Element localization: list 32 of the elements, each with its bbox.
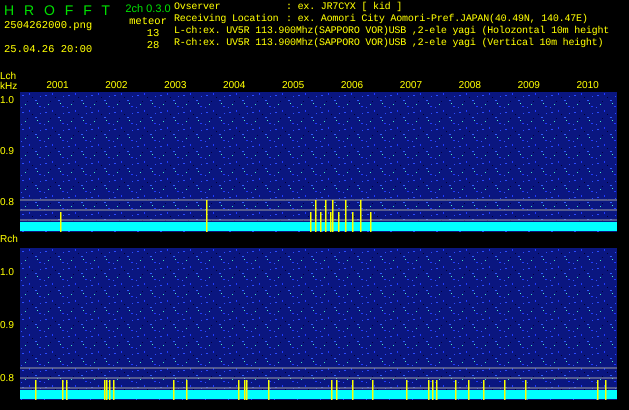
timestamp: 25.04.26 20:00 [4, 44, 94, 56]
time-label: 2010 [575, 80, 600, 90]
time-label: 2002 [104, 80, 128, 90]
frequency-tick: 1.0 [0, 268, 15, 278]
frequency-tick: 0.8 [0, 374, 15, 384]
info-label: Ovserver [174, 2, 222, 14]
time-label: 2001 [45, 80, 70, 90]
receiver-info: L-ch:ex. UV5R 113.900Mhz(SAPPORO VOR)USB ,2-ele yagi (Holozontal 10m height [174, 26, 610, 38]
meteor-count: 13 [146, 28, 160, 40]
time-label: 2003 [163, 80, 188, 90]
frequency-tick: 0.9 [0, 321, 15, 331]
frequency-tick: 0.9 [0, 147, 15, 157]
frequency-tick: 1.0 [0, 96, 15, 106]
time-label: 2009 [516, 80, 541, 90]
time-label: 2007 [398, 80, 424, 90]
app-logo: H R O F F T [4, 2, 114, 18]
channel-label: Lch [0, 72, 16, 82]
frequency-tick: 0.8 [0, 198, 15, 208]
file-name: 2504262000.png [4, 20, 94, 32]
version-label: 2ch 0.3.0 [125, 2, 171, 16]
info-value: : ex. Aomori City Aomori-Pref.JAPAN(40.49N, 140.47E) [286, 14, 588, 26]
time-label: 2005 [280, 80, 306, 90]
info-value: : ex. JR7CYX [ kid ] [286, 2, 402, 14]
time-label: 2004 [222, 80, 246, 90]
time-label: 2006 [340, 80, 364, 90]
channel-label: Rch [0, 235, 18, 245]
receiver-info: R-ch:ex. UV5R 113.900Mhz(SAPPORO VOR)USB ,2-ele yagi (Vertical 10m height) [174, 38, 604, 50]
time-label: 2008 [458, 80, 482, 90]
meteor-count: 28 [146, 40, 160, 52]
info-label: Receiving Location [174, 14, 280, 26]
mode-label: meteor [129, 16, 167, 28]
unit-label: kHz [0, 82, 18, 92]
